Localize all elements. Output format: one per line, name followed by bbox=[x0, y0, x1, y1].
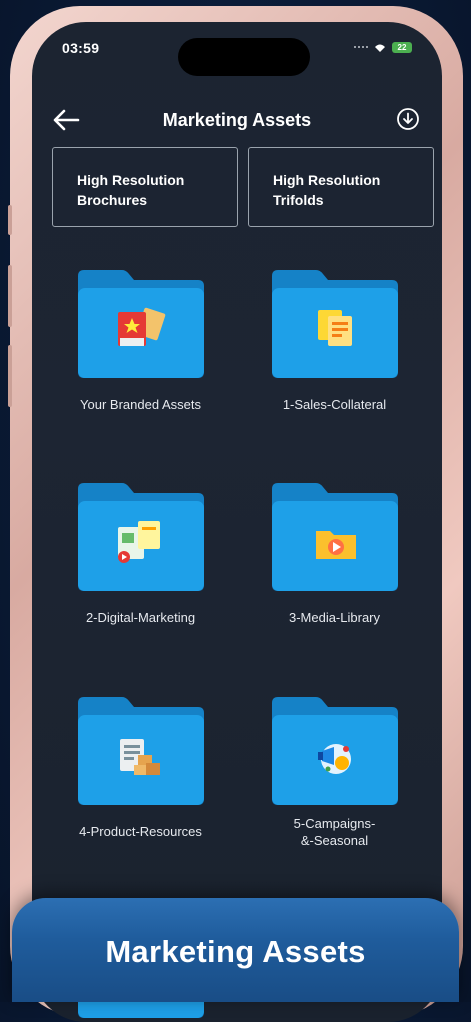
folder-label: 4-Product-Resources bbox=[79, 824, 202, 839]
brochures-label: High Resolution Brochures bbox=[77, 172, 185, 208]
quick-links: High Resolution Brochures High Resolutio… bbox=[52, 147, 438, 231]
folder-icon bbox=[271, 483, 398, 591]
folder-icon bbox=[271, 270, 398, 378]
download-icon[interactable] bbox=[396, 107, 420, 131]
banner-title: Marketing Assets bbox=[105, 934, 366, 969]
trifolds-button[interactable]: High Resolution Trifolds bbox=[248, 147, 434, 227]
folder-icon bbox=[77, 483, 204, 591]
page-title: Marketing Assets bbox=[162, 110, 312, 130]
wifi-icon bbox=[375, 44, 385, 52]
app-screen: 03:59 22 Marketing Assets High Resolutio… bbox=[32, 22, 442, 1022]
folder-sales-collateral[interactable]: 1-Sales-Collateral bbox=[242, 268, 427, 413]
brochures-button[interactable]: High Resolution Brochures bbox=[52, 147, 238, 227]
folder-label: 5-Campaigns- &-Seasonal bbox=[293, 816, 376, 848]
folder-digital-marketing[interactable]: 2-Digital-Marketing bbox=[48, 481, 233, 626]
folder-product-resources[interactable]: 4-Product-Resources bbox=[48, 695, 233, 840]
dynamic-island bbox=[178, 38, 310, 76]
battery-icon: 22 bbox=[392, 42, 412, 53]
folder-icon bbox=[77, 697, 204, 805]
volume-up-button bbox=[8, 265, 12, 327]
status-time: 03:59 bbox=[62, 40, 100, 56]
nav-bar: Marketing Assets bbox=[32, 102, 442, 142]
folder-icon bbox=[271, 697, 398, 805]
folder-media-library[interactable]: 3-Media-Library bbox=[242, 481, 427, 626]
play-media-icon bbox=[315, 531, 356, 559]
folder-your-branded-assets[interactable]: Your Branded Assets bbox=[48, 268, 233, 413]
signal-icon bbox=[354, 46, 368, 51]
bottom-banner: Marketing Assets bbox=[12, 898, 459, 1002]
volume-down-button bbox=[8, 345, 12, 407]
action-button bbox=[8, 205, 12, 235]
folder-campaigns-seasonal[interactable]: 5-Campaigns- &-Seasonal bbox=[242, 695, 427, 849]
folder-label: 1-Sales-Collateral bbox=[282, 397, 387, 412]
folder-label: 3-Media-Library bbox=[288, 610, 381, 625]
status-icons: 22 bbox=[354, 42, 412, 53]
folder-label: 2-Digital-Marketing bbox=[85, 610, 196, 625]
folder-icon bbox=[77, 270, 204, 378]
folder-label: Your Branded Assets bbox=[80, 397, 201, 412]
trifolds-label: High Resolution Trifolds bbox=[273, 172, 381, 208]
